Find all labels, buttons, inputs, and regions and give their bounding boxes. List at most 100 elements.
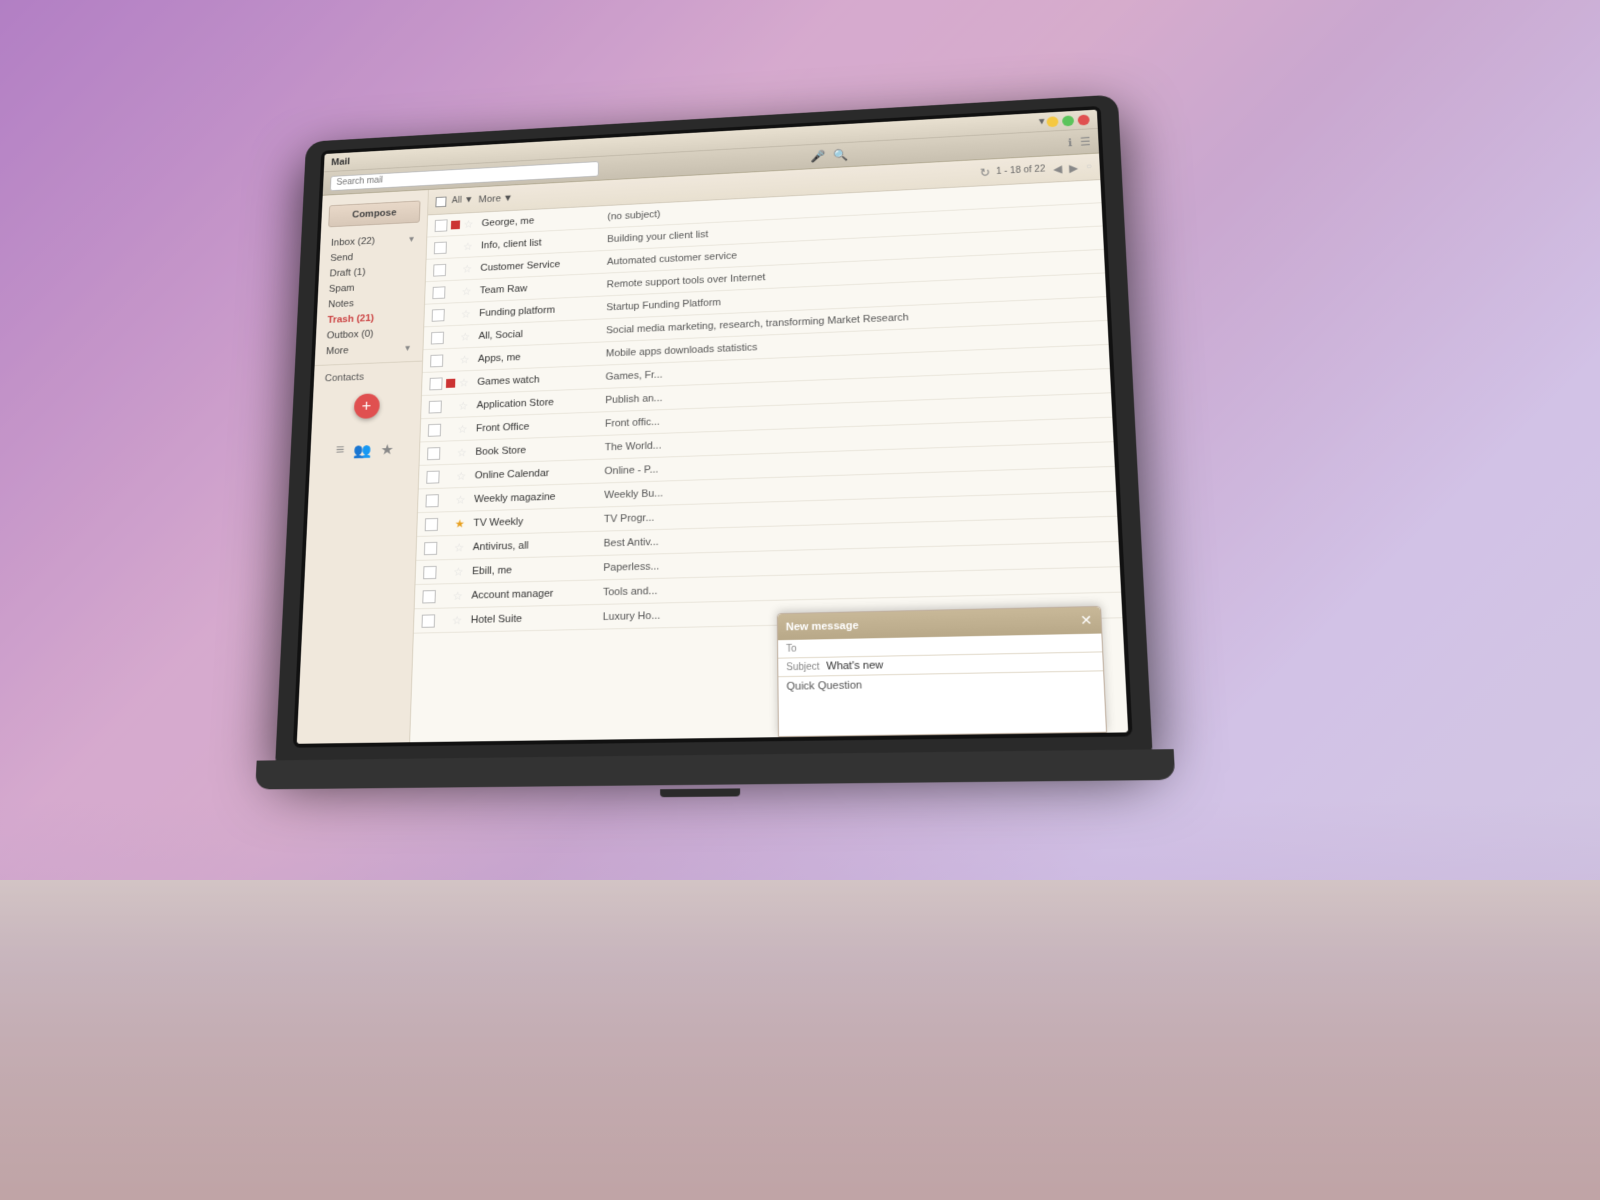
search-icon[interactable]: 🔍	[833, 148, 849, 163]
next-page-button[interactable]: ▶	[1067, 161, 1081, 174]
more-toolbar-arrow: ▼	[503, 193, 513, 204]
email-checkbox[interactable]	[432, 286, 445, 299]
email-star[interactable]: ☆	[453, 565, 467, 578]
pagination-info: 1 - 18 of 22	[996, 164, 1046, 176]
screen-bezel: Mail ▼ 🎤 🔍	[293, 106, 1133, 748]
email-star[interactable]: ☆	[459, 353, 472, 366]
email-sender: Book Store	[475, 442, 597, 457]
email-checkbox[interactable]	[427, 447, 440, 460]
maximize-button[interactable]	[1062, 115, 1074, 126]
to-label: To	[786, 643, 826, 654]
email-star[interactable]: ☆	[462, 262, 475, 275]
email-checkbox[interactable]	[433, 263, 446, 276]
email-checkbox[interactable]	[429, 400, 442, 413]
star-icon[interactable]: ★	[380, 441, 394, 459]
email-star[interactable]: ☆	[460, 330, 473, 343]
email-sender: All, Social	[478, 325, 598, 341]
all-dropdown[interactable]: All ▼	[452, 195, 474, 205]
email-sender: Antivirus, all	[473, 538, 596, 553]
email-sender: Ebill, me	[472, 562, 596, 576]
email-sender: TV Weekly	[473, 514, 596, 529]
loading-icon: ○	[1086, 162, 1092, 172]
notes-label: Notes	[328, 298, 354, 310]
email-star[interactable]: ☆	[461, 285, 474, 298]
email-star[interactable]: ☆	[456, 469, 469, 482]
more-toolbar-button[interactable]: More ▼	[478, 193, 513, 205]
email-star[interactable]: ☆	[463, 240, 476, 253]
email-checkbox[interactable]	[426, 494, 439, 507]
select-all-checkbox[interactable]	[435, 196, 446, 207]
email-sender: Front Office	[476, 418, 598, 433]
pagination-arrows: ◀ ▶	[1051, 161, 1080, 175]
email-star[interactable]: ☆	[458, 399, 471, 412]
dropdown-icon[interactable]: ▼	[1037, 117, 1047, 127]
new-message-close-button[interactable]: ✕	[1080, 612, 1093, 629]
email-star[interactable]: ☆	[457, 446, 470, 459]
close-button[interactable]	[1078, 114, 1090, 125]
gmail-app: Mail ▼ 🎤 🔍	[297, 110, 1128, 744]
send-label: Send	[330, 252, 353, 263]
prev-page-button[interactable]: ◀	[1051, 162, 1064, 175]
search-icons: 🎤 🔍	[810, 148, 848, 164]
inbox-label: Inbox (22)	[331, 236, 375, 248]
compose-button[interactable]: Compose	[328, 200, 420, 227]
refresh-button[interactable]: ↻	[979, 165, 990, 180]
email-sender: Funding platform	[479, 302, 599, 318]
subject-label: Subject	[786, 661, 826, 672]
email-star[interactable]: ★	[455, 517, 468, 530]
all-arrow: ▼	[464, 195, 473, 205]
more-arrow: ▼	[403, 344, 411, 353]
email-checkbox[interactable]	[435, 219, 448, 232]
email-star[interactable]: ☆	[454, 541, 467, 554]
people-icon[interactable]: 👥	[353, 441, 372, 460]
inbox-arrow: ▼	[407, 235, 415, 244]
email-sender: Games watch	[477, 372, 598, 388]
email-star[interactable]: ☆	[455, 493, 468, 506]
new-message-body[interactable]: Quick Question	[778, 671, 1106, 736]
email-checkbox[interactable]	[424, 541, 437, 554]
email-checkbox[interactable]	[426, 470, 439, 483]
email-star[interactable]: ☆	[461, 307, 474, 320]
email-star[interactable]: ☆	[463, 217, 476, 230]
email-star[interactable]: ☆	[459, 376, 472, 389]
sidebar-divider	[315, 361, 423, 366]
info-icon[interactable]: ℹ	[1067, 136, 1072, 149]
email-checkbox[interactable]	[432, 309, 445, 322]
laptop-hinge	[660, 788, 740, 797]
draft-label: Draft (1)	[329, 267, 365, 279]
subject-input[interactable]	[826, 656, 1094, 673]
main-content: Compose Inbox (22) ▼ Send Draft (1)	[297, 153, 1128, 743]
email-checkbox[interactable]	[423, 565, 437, 578]
email-checkbox[interactable]	[429, 377, 442, 390]
minimize-button[interactable]	[1046, 116, 1058, 127]
important-marker	[446, 378, 455, 387]
email-checkbox[interactable]	[428, 423, 441, 436]
email-sender: Online Calendar	[475, 466, 597, 481]
email-sender: Application Store	[477, 395, 598, 410]
email-checkbox[interactable]	[431, 331, 444, 344]
email-star[interactable]: ☆	[452, 589, 466, 602]
email-star[interactable]: ☆	[452, 613, 466, 626]
sidebar-bottom-icons: ≡ 👥 ★	[310, 433, 420, 469]
email-checkbox[interactable]	[434, 241, 447, 254]
email-checkbox[interactable]	[430, 354, 443, 367]
email-sender: Hotel Suite	[471, 611, 595, 625]
email-checkbox[interactable]	[422, 590, 436, 603]
list-icon[interactable]: ≡	[335, 442, 344, 460]
microphone-icon[interactable]: 🎤	[810, 149, 825, 164]
email-checkbox[interactable]	[422, 614, 436, 627]
outbox-label: Outbox (0)	[327, 329, 374, 341]
email-star[interactable]: ☆	[457, 422, 470, 435]
sidebar-item-more[interactable]: More ▼	[315, 340, 423, 360]
email-sender: Apps, me	[478, 348, 599, 364]
laptop: Mail ▼ 🎤 🔍	[275, 94, 1153, 765]
email-sender: George, me	[481, 212, 600, 228]
to-input[interactable]	[826, 637, 1094, 654]
email-sender: Info, client list	[481, 234, 600, 250]
important-marker	[451, 220, 460, 229]
fab-compose-button[interactable]: +	[353, 393, 379, 419]
email-sender: Customer Service	[480, 257, 599, 273]
settings-icon[interactable]: ☰	[1080, 135, 1091, 148]
email-sender: Weekly magazine	[474, 490, 597, 505]
email-checkbox[interactable]	[425, 518, 438, 531]
